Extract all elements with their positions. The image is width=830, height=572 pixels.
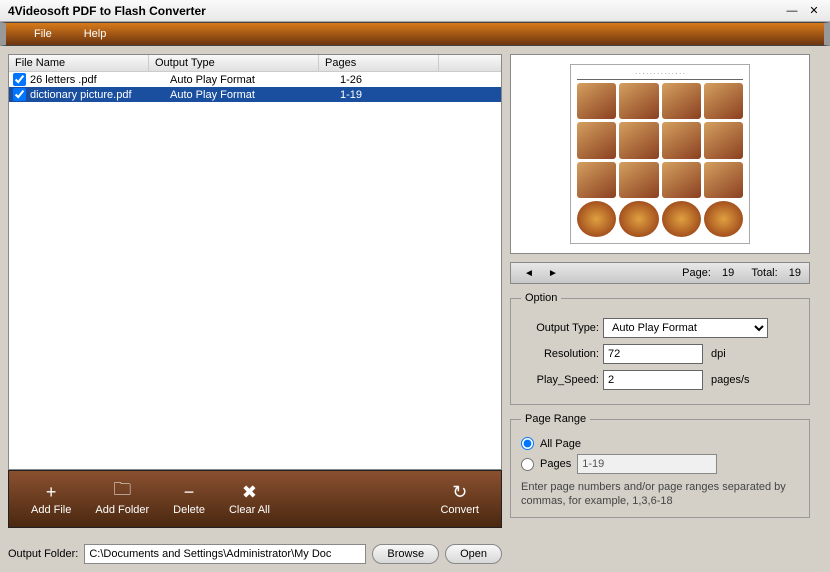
minimize-button[interactable]: — — [784, 4, 800, 18]
cell-pages: 1-26 — [340, 74, 460, 86]
menu-help[interactable]: Help — [68, 24, 123, 44]
all-page-label: All Page — [540, 438, 581, 450]
right-panel: · · · · · · · · · · · · · · ◄ ► Page: 19… — [510, 54, 810, 564]
window-title: 4Videosoft PDF to Flash Converter — [8, 4, 778, 18]
output-type-row: Output Type: Auto Play Format — [521, 318, 799, 338]
preview-thumbnail: · · · · · · · · · · · · · · — [570, 64, 750, 244]
add-folder-label: Add Folder — [95, 504, 149, 516]
preview-item-icon — [577, 83, 616, 119]
refresh-icon: ↻ — [450, 482, 470, 502]
output-folder-row: Output Folder: Browse Open — [8, 544, 502, 564]
plus-icon: + — [41, 482, 61, 502]
total-label: Total: — [751, 267, 777, 279]
convert-button[interactable]: ↻ Convert — [428, 478, 491, 520]
clear-all-button[interactable]: ✖ Clear All — [217, 478, 282, 520]
left-panel: File Name Output Type Pages 26 letters .… — [8, 54, 502, 564]
speed-unit: pages/s — [711, 374, 750, 386]
open-button[interactable]: Open — [445, 544, 502, 564]
menubar: File Help — [0, 22, 830, 46]
speed-input[interactable] — [603, 370, 703, 390]
cell-output-type: Auto Play Format — [170, 74, 340, 86]
convert-label: Convert — [440, 504, 479, 516]
page-range-fieldset: Page Range All Page Pages Enter page num… — [510, 413, 810, 518]
file-list-body: 26 letters .pdfAuto Play Format1-26dicti… — [9, 72, 501, 469]
all-page-radio[interactable] — [521, 437, 534, 450]
pages-row: Pages — [521, 454, 799, 474]
add-file-label: Add File — [31, 504, 71, 516]
output-folder-label: Output Folder: — [8, 548, 78, 560]
clear-all-label: Clear All — [229, 504, 270, 516]
file-list: File Name Output Type Pages 26 letters .… — [8, 54, 502, 470]
resolution-label: Resolution: — [521, 348, 599, 360]
col-header-type[interactable]: Output Type — [149, 55, 319, 71]
add-folder-button[interactable]: 🗀 Add Folder — [83, 478, 161, 520]
preview-item-icon — [662, 162, 701, 198]
folder-plus-icon: 🗀 — [112, 482, 132, 502]
preview-item-icon — [662, 122, 701, 158]
preview-item-icon — [619, 83, 658, 119]
preview-item-icon — [577, 201, 616, 237]
preview-header: · · · · · · · · · · · · · · — [577, 71, 743, 80]
table-row[interactable]: dictionary picture.pdfAuto Play Format1-… — [9, 87, 501, 102]
speed-row: Play_Speed: pages/s — [521, 370, 799, 390]
cell-output-type: Auto Play Format — [170, 89, 340, 101]
cell-filename: 26 letters .pdf — [30, 74, 170, 86]
page-label: Page: — [682, 267, 711, 279]
page-range-legend: Page Range — [521, 413, 590, 425]
add-file-button[interactable]: + Add File — [19, 478, 83, 520]
titlebar: 4Videosoft PDF to Flash Converter — ✕ — [0, 0, 830, 22]
pages-label: Pages — [540, 458, 571, 470]
preview-item-icon — [704, 162, 743, 198]
output-type-select[interactable]: Auto Play Format — [603, 318, 768, 338]
delete-label: Delete — [173, 504, 205, 516]
resolution-row: Resolution: dpi — [521, 344, 799, 364]
row-checkbox[interactable] — [13, 88, 26, 101]
minus-icon: − — [179, 482, 199, 502]
output-folder-input[interactable] — [84, 544, 366, 564]
option-fieldset: Option Output Type: Auto Play Format Res… — [510, 292, 810, 405]
preview-item-icon — [704, 122, 743, 158]
preview-item-icon — [619, 122, 658, 158]
browse-button[interactable]: Browse — [372, 544, 439, 564]
resolution-input[interactable] — [603, 344, 703, 364]
preview-item-icon — [619, 201, 658, 237]
file-list-header: File Name Output Type Pages — [9, 55, 501, 72]
page-range-hint: Enter page numbers and/or page ranges se… — [521, 480, 799, 509]
preview-item-icon — [662, 83, 701, 119]
preview-item-icon — [662, 201, 701, 237]
menu-file[interactable]: File — [18, 24, 68, 44]
preview-item-icon — [577, 162, 616, 198]
close-button[interactable]: ✕ — [806, 4, 822, 18]
prev-page-button[interactable]: ◄ — [519, 268, 539, 279]
preview-item-icon — [704, 83, 743, 119]
delete-button[interactable]: − Delete — [161, 478, 217, 520]
output-type-label: Output Type: — [521, 322, 599, 334]
main-area: File Name Output Type Pages 26 letters .… — [0, 46, 830, 572]
speed-label: Play_Speed: — [521, 374, 599, 386]
all-page-row: All Page — [521, 437, 799, 450]
cell-filename: dictionary picture.pdf — [30, 89, 170, 101]
row-checkbox[interactable] — [13, 73, 26, 86]
col-header-name[interactable]: File Name — [9, 55, 149, 71]
x-icon: ✖ — [239, 482, 259, 502]
pages-radio[interactable] — [521, 458, 534, 471]
cell-pages: 1-19 — [340, 89, 460, 101]
preview-pane: · · · · · · · · · · · · · · — [510, 54, 810, 254]
action-toolbar: + Add File 🗀 Add Folder − Delete ✖ Clear… — [8, 470, 502, 528]
preview-item-icon — [619, 162, 658, 198]
preview-nav-bar: ◄ ► Page: 19 Total: 19 — [510, 262, 810, 284]
preview-item-icon — [704, 201, 743, 237]
col-header-pages[interactable]: Pages — [319, 55, 439, 71]
total-value: 19 — [789, 267, 801, 279]
table-row[interactable]: 26 letters .pdfAuto Play Format1-26 — [9, 72, 501, 87]
page-value: 19 — [722, 267, 734, 279]
pages-input[interactable] — [577, 454, 717, 474]
next-page-button[interactable]: ► — [543, 268, 563, 279]
resolution-unit: dpi — [711, 348, 726, 360]
option-legend: Option — [521, 292, 561, 304]
preview-item-icon — [577, 122, 616, 158]
